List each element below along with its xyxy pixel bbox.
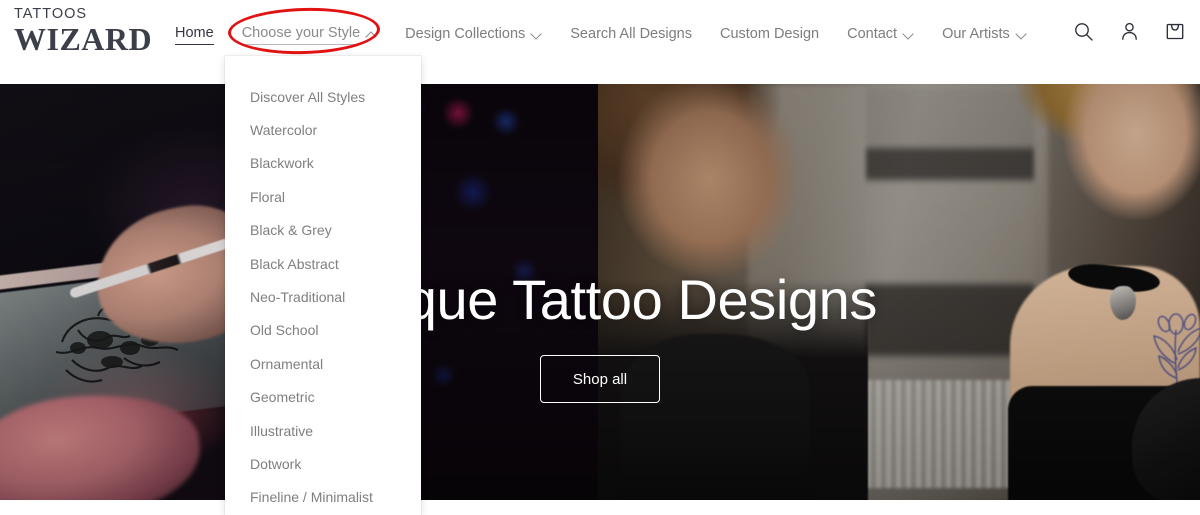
cart-icon[interactable] — [1162, 18, 1188, 44]
dropdown-item-black-abstract[interactable]: Black Abstract — [225, 247, 421, 280]
nav-item-contact[interactable]: Contact — [833, 21, 928, 48]
shop-all-button[interactable]: Shop all — [540, 355, 660, 403]
dropdown-item-black-and-grey[interactable]: Black & Grey — [225, 214, 421, 247]
nav-label-search-all-designs: Search All Designs — [570, 25, 692, 42]
site-header: TATTOOS WIZARD Home Choose your Style De… — [0, 0, 1200, 84]
nav-label-contact: Contact — [847, 25, 898, 42]
nav-item-search-all-designs[interactable]: Search All Designs — [556, 21, 706, 48]
dropdown-item-discover-all-styles[interactable]: Discover All Styles — [225, 80, 421, 113]
dropdown-item-geometric[interactable]: Geometric — [225, 381, 421, 414]
nav-item-home[interactable]: Home — [173, 20, 228, 49]
chevron-down-icon — [1017, 29, 1027, 39]
dropdown-item-blackwork[interactable]: Blackwork — [225, 147, 421, 180]
dropdown-item-fineline-minimalist[interactable]: Fineline / Minimalist — [225, 481, 421, 514]
storefront-page: Unique Tattoo Designs Shop all TATTOOS W… — [0, 0, 1200, 515]
logo-line-bottom: WIZARD — [14, 21, 153, 57]
nav-item-our-artists[interactable]: Our Artists — [928, 21, 1041, 48]
chevron-up-icon — [367, 29, 377, 39]
header-actions — [1070, 18, 1188, 44]
nav-item-custom-design[interactable]: Custom Design — [706, 21, 833, 48]
search-icon[interactable] — [1070, 18, 1096, 44]
nav-label-home: Home — [175, 24, 214, 45]
chevron-down-icon — [904, 29, 914, 39]
dropdown-item-dotwork[interactable]: Dotwork — [225, 447, 421, 480]
account-icon[interactable] — [1116, 18, 1142, 44]
nav-label-custom-design: Custom Design — [719, 25, 820, 42]
nav-label-design-collections: Design Collections — [405, 25, 526, 42]
nav-item-choose-your-style[interactable]: Choose your Style — [228, 20, 391, 49]
nav-item-design-collections[interactable]: Design Collections — [391, 21, 556, 48]
nav-label-choose-your-style: Choose your Style — [241, 24, 361, 45]
dropdown-item-floral[interactable]: Floral — [225, 180, 421, 213]
dropdown-item-old-school[interactable]: Old School — [225, 314, 421, 347]
site-logo[interactable]: TATTOOS WIZARD — [14, 6, 164, 56]
chevron-down-icon — [532, 29, 542, 39]
nav-label-our-artists: Our Artists — [942, 25, 1010, 42]
dropdown-item-illustrative[interactable]: Illustrative — [225, 414, 421, 447]
hero-banner: Unique Tattoo Designs Shop all — [0, 84, 1200, 500]
dropdown-item-ornamental[interactable]: Ornamental — [225, 347, 421, 380]
dropdown-item-neo-traditional[interactable]: Neo-Traditional — [225, 280, 421, 313]
main-navigation: Home Choose your Style Design Collection… — [173, 20, 1041, 48]
hero-content: Unique Tattoo Designs Shop all — [0, 84, 1200, 500]
dropdown-item-watercolor[interactable]: Watercolor — [225, 113, 421, 146]
choose-your-style-dropdown: Discover All Styles Watercolor Blackwork… — [225, 56, 421, 515]
